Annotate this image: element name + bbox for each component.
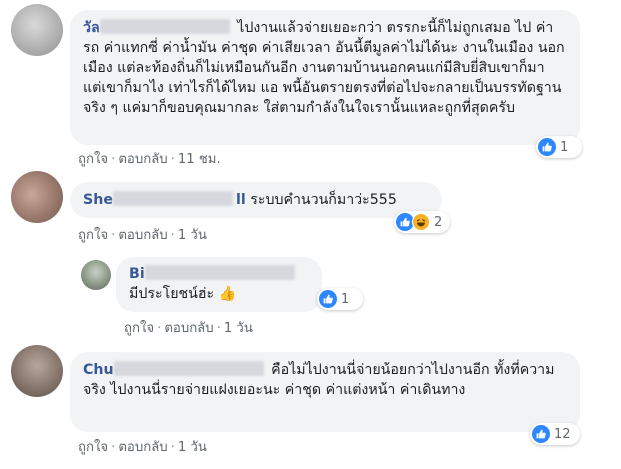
like-icon <box>532 425 550 443</box>
comment-bubble: Chu คือไม่ไปงานนี่จ่ายน้อยกว่าไปงานอีก ท… <box>70 352 580 432</box>
reaction-count: 2 <box>434 214 443 230</box>
like-icon <box>538 138 556 156</box>
like-link[interactable]: ถูกใจ <box>124 321 154 336</box>
comment-text: ไปงานแล้วจ่ายเยอะกว่า ตรรกะนี้ก็ไม่ถูกเส… <box>83 20 565 116</box>
comment-bubble: วัล ไปงานแล้วจ่ายเยอะกว่า ตรรกะนี้ก็ไม่ถ… <box>70 10 580 145</box>
redacted-name <box>99 19 230 34</box>
comment-author[interactable]: She <box>83 192 113 208</box>
comment-actions: ถูกใจ · ตอบกลับ · 11 ชม. <box>78 152 221 167</box>
reaction-count: 1 <box>341 291 350 307</box>
comment-bubble: Bi มีประโยชน์ฮ่ะ 👍 <box>116 257 322 312</box>
reply-link[interactable]: ตอบกลับ <box>118 440 167 455</box>
comment-bubble: She ll ระบบคำนวนก็มาว่ะ555 <box>70 182 442 218</box>
avatar[interactable] <box>11 171 63 223</box>
haha-icon <box>412 213 430 231</box>
comment-author[interactable]: Bi <box>129 266 145 282</box>
reply-link[interactable]: ตอบกลับ <box>118 152 167 167</box>
comment-time[interactable]: 11 ชม. <box>178 152 221 167</box>
avatar[interactable] <box>11 345 63 397</box>
comment-author[interactable]: วัล <box>83 20 100 36</box>
comment-time[interactable]: 1 วัน <box>178 440 207 455</box>
reaction-summary[interactable]: 1 <box>536 136 582 158</box>
comment-actions: ถูกใจ · ตอบกลับ · 1 วัน <box>78 228 207 243</box>
like-link[interactable]: ถูกใจ <box>78 152 108 167</box>
redacted-name <box>144 265 295 280</box>
comment-time[interactable]: 1 วัน <box>178 228 207 243</box>
reaction-summary[interactable]: 2 <box>394 211 450 233</box>
comment-author-tail[interactable]: ll <box>236 192 246 208</box>
redacted-name <box>112 191 233 206</box>
avatar[interactable] <box>11 4 63 56</box>
reaction-count: 1 <box>560 139 569 155</box>
avatar[interactable] <box>81 260 111 290</box>
comment-author[interactable]: Chu <box>83 362 114 378</box>
comment-text: ระบบคำนวนก็มาว่ะ555 <box>250 192 397 208</box>
reaction-summary[interactable]: 1 <box>317 288 363 310</box>
like-icon <box>319 290 337 308</box>
comment-text: มีประโยชน์ฮ่ะ 👍 <box>129 286 237 302</box>
reply-link[interactable]: ตอบกลับ <box>164 321 213 336</box>
reaction-summary[interactable]: 12 <box>530 423 580 445</box>
redacted-name <box>113 361 264 376</box>
comment-time[interactable]: 1 วัน <box>224 321 253 336</box>
like-link[interactable]: ถูกใจ <box>78 228 108 243</box>
comment-actions: ถูกใจ · ตอบกลับ · 1 วัน <box>78 440 207 455</box>
like-link[interactable]: ถูกใจ <box>78 440 108 455</box>
reaction-count: 12 <box>554 426 571 442</box>
reply-link[interactable]: ตอบกลับ <box>118 228 167 243</box>
comment-actions: ถูกใจ · ตอบกลับ · 1 วัน <box>124 321 253 336</box>
